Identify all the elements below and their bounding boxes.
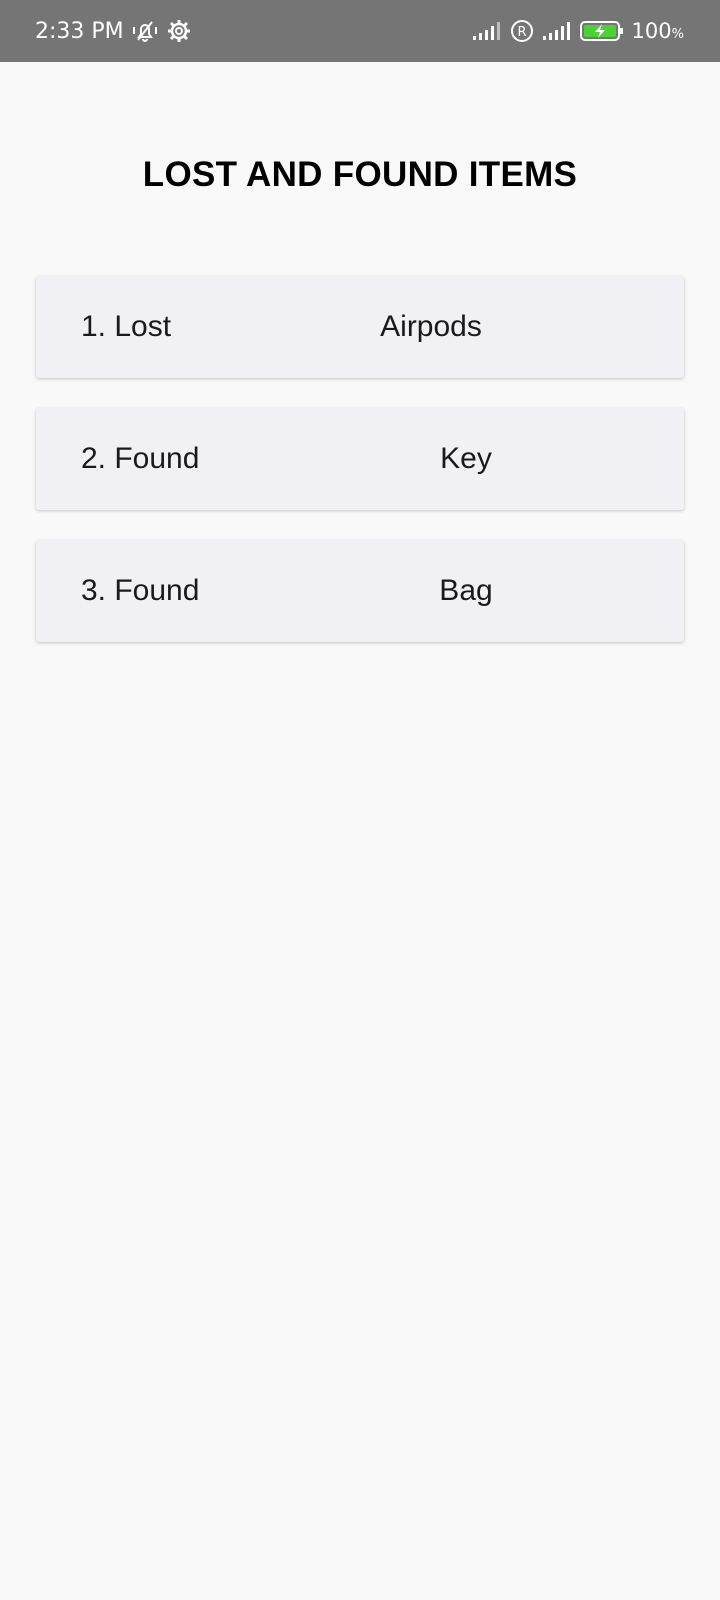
settings-gear-icon	[166, 18, 192, 44]
status-right: R 100%	[472, 19, 684, 43]
item-status-label: 3. Found	[81, 574, 200, 607]
status-left: 2:33 PM	[35, 18, 192, 44]
signal-icon	[542, 21, 572, 41]
item-status-label: 2. Found	[81, 442, 200, 475]
list-item[interactable]: 2. Found Key	[36, 408, 684, 510]
item-name: Key	[440, 442, 492, 475]
status-bar: 2:33 PM R 100%	[0, 0, 720, 62]
list-item[interactable]: 1. Lost Airpods	[36, 276, 684, 378]
item-name: Bag	[439, 574, 493, 607]
page-title: LOST AND FOUND ITEMS	[142, 155, 578, 194]
list-item[interactable]: 3. Found Bag	[36, 540, 684, 642]
battery-percent: 100	[631, 19, 672, 43]
battery-percent-unit: %	[671, 27, 684, 42]
vibrate-silent-icon	[130, 18, 160, 44]
item-status-label: 1. Lost	[81, 310, 172, 343]
svg-text:R: R	[517, 25, 526, 40]
signal-icon	[472, 21, 502, 41]
status-time: 2:33 PM	[35, 18, 124, 44]
battery-charging-icon	[579, 20, 624, 42]
roaming-icon: R	[510, 19, 534, 43]
item-name: Airpods	[380, 310, 482, 343]
